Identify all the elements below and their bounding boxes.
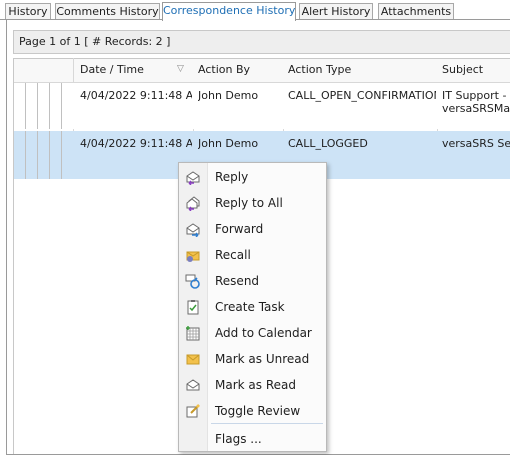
tab-bar: History Comments History Correspondence … (0, 0, 510, 21)
menu-item-mark-as-unread[interactable]: Mark as Unread (179, 347, 326, 371)
row-indicator-line (61, 83, 62, 129)
tab-correspondence-history[interactable]: Correspondence History (162, 2, 296, 21)
menu-item-label: Mark as Read (215, 378, 296, 392)
menu-item-mark-as-read[interactable]: Mark as Read (179, 373, 326, 397)
cell-action-by: John Demo (198, 137, 259, 150)
row-indicator-line (25, 83, 26, 129)
menu-item-forward[interactable]: Forward (179, 217, 326, 241)
row-indicator-line (61, 131, 62, 179)
pager-bar: Page 1 of 1 [ # Records: 2 ] (13, 30, 510, 54)
row-indicator-line (37, 131, 38, 179)
menu-item-label: Toggle Review (215, 404, 301, 418)
menu-item-label: Flags ... (215, 432, 262, 446)
pager-text: Page 1 of 1 [ # Records: 2 ] (19, 35, 171, 48)
table-row[interactable]: 4/04/2022 9:11:48 AM John Demo CALL_OPEN… (14, 83, 510, 129)
row-indicator-line (37, 83, 38, 129)
unread-icon (185, 351, 201, 367)
task-icon (185, 299, 201, 315)
menu-item-toggle-review[interactable]: Toggle Review (179, 399, 326, 423)
tab-alert-history[interactable]: Alert History (299, 3, 373, 19)
cell-action-type: CALL_OPEN_CONFIRMATION (288, 89, 436, 102)
cell-action-by: John Demo (198, 89, 259, 102)
menu-item-label: Add to Calendar (215, 326, 312, 340)
menu-item-label: Create Task (215, 300, 285, 314)
menu-item-label: Reply (215, 170, 249, 184)
cell-subject-line2: versaSRSMail (442, 102, 510, 115)
tab-attachments[interactable]: Attachments (378, 3, 454, 19)
grid-header: Date / Time ▽ Action By Action Type Subj… (14, 58, 510, 83)
menu-item-label: Recall (215, 248, 251, 262)
menu-separator (211, 423, 323, 424)
context-menu: Reply Reply to All Forward Recall Resend… (178, 162, 327, 452)
menu-item-label: Resend (215, 274, 260, 288)
row-indicator-line (49, 131, 50, 179)
row-indicator-line (49, 83, 50, 129)
menu-item-create-task[interactable]: Create Task (179, 295, 326, 319)
calendar-icon (185, 325, 201, 341)
tab-history[interactable]: History (5, 3, 51, 19)
recall-icon (185, 247, 201, 263)
menu-item-label: Forward (215, 222, 264, 236)
cell-subject: versaSRS Serv (442, 137, 510, 150)
read-icon (185, 377, 201, 393)
reply-icon (185, 169, 201, 186)
menu-item-reply[interactable]: Reply (179, 165, 326, 189)
sort-filter-icon[interactable]: ▽ (177, 64, 187, 74)
review-icon (185, 403, 201, 419)
cell-date-time: 4/04/2022 9:11:48 AM (80, 89, 192, 102)
menu-item-recall[interactable]: Recall (179, 243, 326, 267)
menu-item-resend[interactable]: Resend (179, 269, 326, 293)
row-indicator-line (25, 131, 26, 179)
cell-date-time: 4/04/2022 9:11:48 AM (80, 137, 192, 150)
column-header-subject[interactable]: Subject (442, 59, 510, 83)
menu-item-flags[interactable]: Flags ... (179, 427, 326, 451)
column-header-date-time[interactable]: Date / Time (80, 59, 180, 83)
column-header-action-by[interactable]: Action By (198, 59, 278, 83)
column-header-action-type[interactable]: Action Type (288, 59, 388, 83)
reply-all-icon (185, 195, 201, 212)
forward-icon (185, 221, 201, 238)
cell-subject: IT Support - F (442, 89, 510, 102)
menu-item-reply-to-all[interactable]: Reply to All (179, 191, 326, 215)
resend-icon (185, 273, 201, 289)
menu-item-label: Mark as Unread (215, 352, 310, 366)
tab-comments-history[interactable]: Comments History (55, 3, 160, 19)
menu-item-label: Reply to All (215, 196, 283, 210)
menu-item-add-to-calendar[interactable]: Add to Calendar (179, 321, 326, 345)
cell-action-type: CALL_LOGGED (288, 137, 368, 150)
